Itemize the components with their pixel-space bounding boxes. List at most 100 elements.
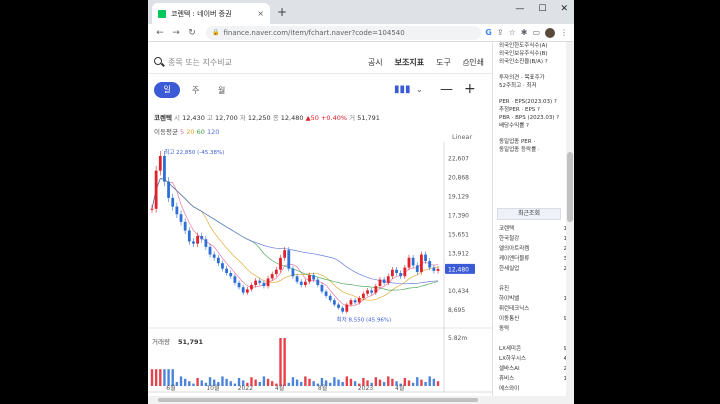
candle-body bbox=[204, 239, 208, 247]
recent-list-item[interactable]: 셀바스AI2 bbox=[497, 364, 567, 374]
recent-list-item[interactable]: 동력 bbox=[497, 324, 567, 334]
horizontal-scrollbar[interactable] bbox=[148, 396, 574, 404]
side-panel-icon[interactable]: ▭ bbox=[532, 28, 540, 37]
google-icon[interactable]: G bbox=[485, 28, 492, 37]
profile-avatar[interactable] bbox=[545, 27, 555, 38]
zoom-out-button[interactable]: — bbox=[440, 82, 453, 97]
recent-list-item bbox=[497, 334, 567, 344]
volume-bar bbox=[150, 369, 154, 386]
volume-bar bbox=[192, 383, 195, 386]
horizontal-scroll-thumb[interactable] bbox=[158, 398, 478, 402]
share-icon[interactable]: ⇪ bbox=[497, 28, 504, 37]
stock-info-line: 외국인한도주식수(A) bbox=[499, 43, 548, 49]
recent-list-item[interactable]: 유진 bbox=[497, 284, 567, 294]
scale-mode-selector[interactable]: Linear bbox=[452, 133, 472, 141]
recent-list-item[interactable]: 코렌텍1 bbox=[497, 224, 567, 234]
volume-bar bbox=[229, 381, 232, 386]
menu-icon[interactable]: ⋮ bbox=[560, 28, 568, 37]
stock-info-line: 동일업종 등락률 · bbox=[499, 147, 540, 153]
notice-button[interactable]: 공시 bbox=[368, 57, 383, 68]
volume-max-tick: 5.82m bbox=[448, 335, 467, 342]
close-window-icon[interactable]: ✕ bbox=[560, 4, 568, 14]
recent-views-tab[interactable]: 최근조회 bbox=[497, 208, 561, 220]
ma120-toggle[interactable]: 120 bbox=[207, 128, 219, 136]
candle-body bbox=[399, 273, 403, 277]
recent-list-item[interactable]: 이동통신9 bbox=[497, 314, 567, 324]
period-day-button[interactable]: 일 bbox=[154, 82, 180, 98]
minimize-icon[interactable]: — bbox=[515, 4, 524, 14]
forward-icon[interactable]: → bbox=[170, 28, 182, 38]
candle-body bbox=[163, 155, 166, 182]
search-icon[interactable] bbox=[154, 57, 162, 65]
url-text[interactable]: finance.naver.com/item/fchart.naver?code… bbox=[223, 29, 475, 37]
ma20-toggle[interactable]: 20 bbox=[186, 128, 194, 136]
ma5-toggle[interactable]: 5 bbox=[180, 128, 184, 136]
recent-list-item[interactable]: LX하우시스4 bbox=[497, 354, 567, 364]
volume-bar bbox=[416, 377, 419, 386]
ma20-line bbox=[151, 178, 439, 301]
browser-tab[interactable]: 코렌텍 : 네이버 증권 × bbox=[152, 3, 270, 24]
candle-body bbox=[158, 155, 162, 171]
candle-body bbox=[274, 269, 278, 275]
back-icon[interactable]: ← bbox=[154, 28, 166, 38]
candle-body bbox=[262, 282, 266, 287]
volume-bar bbox=[225, 378, 228, 386]
search-input[interactable]: 종목 또는 지수비교 bbox=[168, 57, 232, 68]
candle-body bbox=[395, 269, 398, 274]
recent-list-item[interactable]: 휴비스1 bbox=[497, 374, 567, 384]
ma60-toggle[interactable]: 60 bbox=[197, 128, 205, 136]
maximize-icon[interactable]: ☐ bbox=[538, 4, 546, 14]
recent-item-name: 엘의아트라켐 bbox=[499, 246, 530, 252]
recent-list-item[interactable]: 한국철강1 bbox=[497, 234, 567, 244]
price-chart[interactable]: 22,607 20,868 19,129 17,390 15,651 13,912 10,4… bbox=[148, 142, 492, 396]
stock-name: 코렌텍 bbox=[154, 114, 172, 122]
indicator-button[interactable]: 보조지표 bbox=[395, 57, 424, 68]
candle-body bbox=[237, 282, 241, 288]
volume-bar bbox=[337, 379, 340, 386]
recent-list-item[interactable]: 퓌런테크닉스 bbox=[497, 304, 567, 314]
candle-body bbox=[167, 181, 170, 198]
recent-list-item[interactable]: 한세실업2 bbox=[497, 264, 567, 274]
stock-info-line: 동일업종 PER · bbox=[499, 139, 536, 145]
recent-item-name: 휴비스 bbox=[499, 376, 515, 382]
candle-body bbox=[361, 293, 365, 299]
zoom-in-button[interactable]: + bbox=[464, 81, 476, 97]
candle-body bbox=[308, 275, 311, 282]
lock-icon[interactable]: 🔒 bbox=[212, 29, 219, 36]
reload-icon[interactable]: ↻ bbox=[186, 28, 198, 38]
tool-button[interactable]: 도구 bbox=[436, 57, 451, 68]
volume-bar bbox=[154, 369, 158, 386]
candle-body bbox=[303, 281, 307, 285]
chart-type-icon[interactable]: ▮▮▮ bbox=[394, 84, 411, 95]
recent-list-item[interactable]: 하이빅밸1 bbox=[497, 294, 567, 304]
extensions-icon[interactable]: ✱ bbox=[521, 28, 528, 37]
address-bar[interactable]: 🔒 finance.naver.com/item/fchart.naver?co… bbox=[206, 25, 482, 40]
period-week-button[interactable]: 주 bbox=[192, 85, 199, 96]
chevron-down-icon[interactable]: ⌄ bbox=[416, 85, 423, 94]
period-month-button[interactable]: 월 bbox=[218, 85, 225, 96]
volume-bar bbox=[221, 376, 224, 386]
recent-list-item[interactable]: 케이엔더블류3 bbox=[497, 254, 567, 264]
new-tab-button[interactable]: + bbox=[275, 5, 289, 19]
sidebar-scroll-thumb[interactable] bbox=[567, 152, 573, 222]
volume-bar bbox=[300, 382, 303, 386]
recent-list-item[interactable]: 엘의아트라켐2 bbox=[497, 244, 567, 254]
sidebar-scrollbar[interactable] bbox=[566, 42, 574, 396]
candle-body bbox=[411, 257, 415, 266]
recent-list-item[interactable]: 에스와이 bbox=[497, 384, 567, 394]
recent-list-item[interactable]: LX세미콘9 bbox=[497, 344, 567, 354]
candle-body bbox=[221, 263, 224, 269]
candle-body bbox=[283, 250, 287, 258]
candle-body bbox=[353, 300, 357, 303]
candle-body bbox=[179, 214, 183, 222]
volume-bar bbox=[387, 376, 390, 386]
bookmark-star-icon[interactable]: ☆ bbox=[509, 28, 516, 37]
recent-list-item bbox=[497, 274, 567, 284]
volume-bar bbox=[291, 377, 295, 386]
volume-bar bbox=[341, 382, 344, 386]
open-label: 시 bbox=[174, 114, 181, 122]
print-button[interactable]: ⎙인쇄 bbox=[463, 57, 484, 68]
y-tick-label: 8,695 bbox=[448, 307, 465, 314]
recent-item-name bbox=[499, 334, 501, 344]
tab-close-icon[interactable]: × bbox=[257, 9, 264, 18]
